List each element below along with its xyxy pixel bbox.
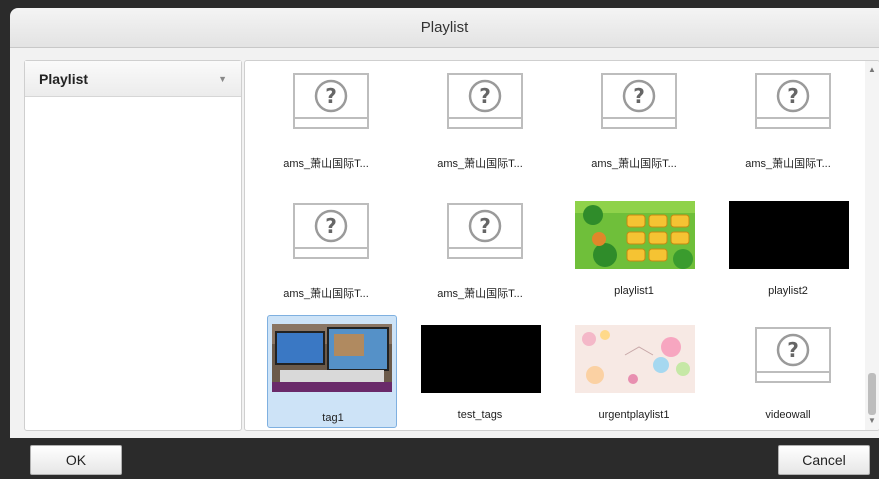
svg-text:?: ? [325,84,337,108]
ok-button[interactable]: OK [30,445,122,475]
dialog-body: Playlist ▼ ? ams_萧山国际T... ? ams_萧山国际T...… [10,48,879,438]
sidebar-panel: Playlist ▼ [24,60,242,431]
playlist-dialog: Playlist Playlist ▼ ? ams_萧山国际T... ? ams… [0,0,879,479]
playlist-item-selected[interactable]: tag1 [267,315,397,428]
dropdown-arrow-icon[interactable]: ▼ [218,74,227,84]
playlist-item[interactable]: urgentplaylist1 [569,317,699,430]
item-caption: playlist2 [768,285,808,297]
item-caption: ams_萧山国际T... [283,158,369,170]
scrollbar-thumb[interactable] [868,373,876,415]
item-caption: videowall [765,409,811,421]
question-icon: ? [755,73,831,129]
svg-text:?: ? [787,84,799,108]
scroll-up-icon[interactable]: ▲ [865,63,879,77]
sidebar-dropdown[interactable]: Playlist ▼ [25,61,241,97]
playlist-item[interactable]: ? ams_萧山国际T... [415,63,545,177]
playlist-item[interactable]: playlist1 [569,193,699,307]
dialog-title: Playlist [420,19,469,36]
question-icon: ? [447,73,523,129]
playlist-item[interactable]: ? ams_萧山国际T... [569,63,699,177]
thumbnail: ? [421,71,541,139]
question-icon: ? [293,203,369,259]
scroll-down-icon[interactable]: ▼ [865,414,879,428]
desk-photo [272,324,392,392]
item-caption: ams_萧山国际T... [745,158,831,170]
title-bar: Playlist [10,8,879,48]
item-caption: urgentplaylist1 [598,409,670,421]
thumbnail: ? [267,201,387,269]
black-image [729,201,849,269]
vertical-scrollbar[interactable]: ▲ ▼ [865,61,879,430]
svg-text:?: ? [787,338,799,362]
playlist-item[interactable]: ? videowall [723,317,853,430]
item-caption: ams_萧山国际T... [437,158,523,170]
thumbnail: ? [267,71,387,139]
playlist-grid: ? ams_萧山国际T... ? ams_萧山国际T... ? ams_萧山国际… [244,60,879,431]
item-caption: test_tags [457,409,503,421]
thumbnail: ? [575,71,695,139]
question-icon: ? [293,73,369,129]
item-caption: playlist1 [614,285,654,297]
question-icon: ? [447,203,523,259]
playlist-item[interactable]: ? ams_萧山国际T... [723,63,853,177]
game-image [575,201,695,269]
playlist-item[interactable]: ? ams_萧山国际T... [261,193,391,307]
sidebar-header-label: Playlist [39,70,89,87]
question-icon: ? [755,327,831,383]
playlist-item[interactable]: ? ams_萧山国际T... [415,193,545,307]
svg-text:?: ? [633,84,645,108]
thumbnail: ? [421,201,541,269]
svg-text:?: ? [325,214,337,238]
svg-text:?: ? [479,214,491,238]
black-image [421,325,541,393]
question-icon: ? [601,73,677,129]
cancel-button[interactable]: Cancel [778,445,870,475]
playlist-item[interactable]: ? ams_萧山国际T... [261,63,391,177]
item-caption: ams_萧山国际T... [591,158,677,170]
thumbnail: ? [729,71,849,139]
svg-text:?: ? [479,84,491,108]
thumbnail: ? [729,325,849,393]
playlist-item[interactable]: playlist2 [723,193,853,307]
item-caption: ams_萧山国际T... [437,288,523,300]
pastel-image [575,325,695,393]
item-caption: tag1 [322,412,344,424]
playlist-item[interactable]: test_tags [415,317,545,430]
item-caption: ams_萧山国际T... [283,288,369,300]
